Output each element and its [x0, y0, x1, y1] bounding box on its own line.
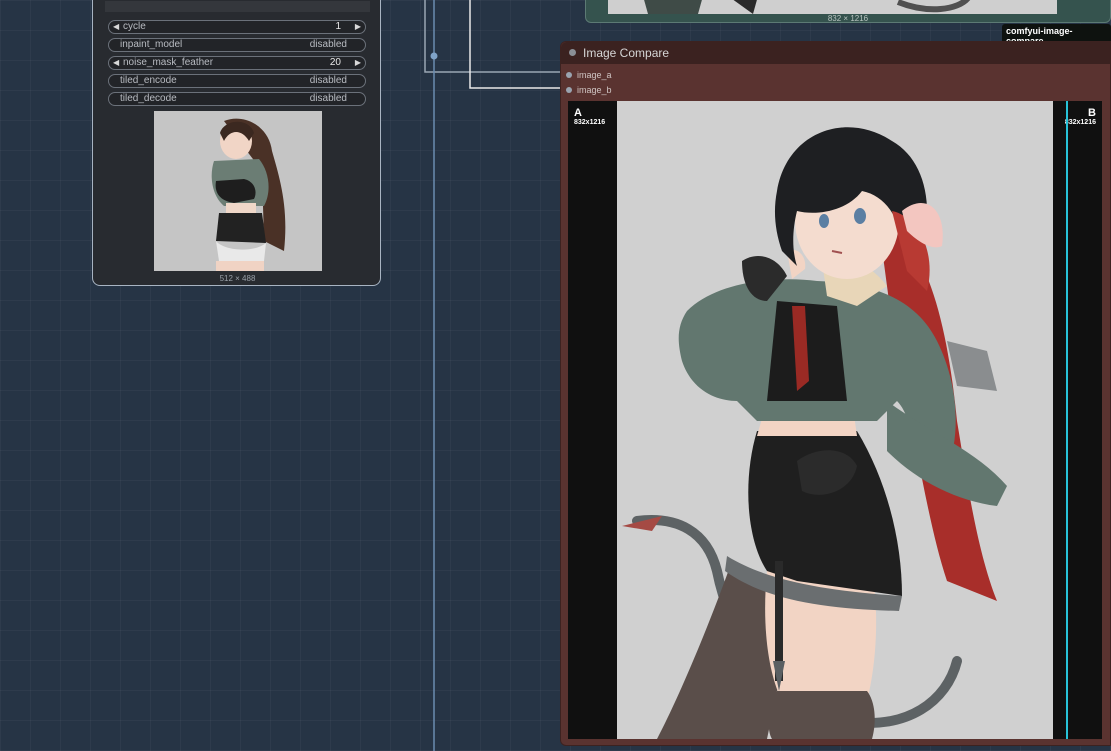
node-header-strip: [105, 1, 370, 12]
size-b: 832x1216: [1064, 119, 1096, 126]
input-dot-icon[interactable]: [566, 87, 572, 93]
widget-value: disabled: [309, 75, 347, 86]
input-label: image_a: [577, 70, 612, 80]
image-preview-node[interactable]: 832 × 1216: [585, 0, 1111, 23]
noise-mask-feather-widget[interactable]: ◀ noise_mask_feather 20 ▶: [108, 56, 366, 70]
increment-arrow-icon[interactable]: ▶: [355, 57, 361, 69]
inpaint-model-toggle[interactable]: inpaint_model disabled: [108, 38, 366, 52]
widget-value: disabled: [309, 93, 347, 104]
widget-value: disabled: [309, 39, 347, 50]
input-dot-icon[interactable]: [566, 72, 572, 78]
tiled-encode-toggle[interactable]: tiled_encode disabled: [108, 74, 366, 88]
image-b-label: B 832x1216: [1065, 107, 1096, 126]
input-slot-image-b[interactable]: image_b: [566, 85, 612, 95]
tiled-decode-toggle[interactable]: tiled_decode disabled: [108, 92, 366, 106]
input-slot-image-a[interactable]: image_a: [566, 70, 612, 80]
preview-image-strip: [608, 0, 1057, 14]
cycle-widget[interactable]: ◀ cycle 1 ▶: [108, 20, 366, 34]
detailer-node[interactable]: ◀ cycle 1 ▶ inpaint_model disabled ◀ noi…: [92, 0, 381, 286]
size-a: 832x1216: [574, 119, 606, 126]
preview-image: [154, 111, 322, 271]
widget-label: tiled_decode: [120, 93, 177, 104]
preview-size-caption: 512 × 488: [219, 274, 256, 283]
compare-image: [617, 101, 1053, 739]
widget-label: cycle: [123, 21, 146, 32]
widget-label: noise_mask_feather: [123, 57, 214, 68]
compare-divider-handle[interactable]: [1066, 101, 1068, 739]
decrement-arrow-icon[interactable]: ◀: [113, 57, 119, 69]
widget-label: inpaint_model: [120, 39, 183, 50]
collapse-dot-icon[interactable]: [569, 49, 576, 56]
preview-size-caption: 832 × 1216: [827, 14, 869, 23]
widget-value: 1: [335, 21, 341, 32]
label-b: B: [1088, 107, 1096, 119]
image-a-label: A 832x1216: [574, 107, 605, 126]
label-a: A: [574, 107, 582, 119]
widget-value: 20: [329, 57, 341, 68]
node-title: Image Compare: [583, 46, 670, 60]
widget-label: tiled_encode: [120, 75, 177, 86]
image-compare-node[interactable]: Image Compare image_a image_b A 832x1216…: [560, 41, 1111, 746]
input-label: image_b: [577, 85, 612, 95]
compare-canvas[interactable]: A 832x1216 B 832x1216: [568, 101, 1102, 739]
increment-arrow-icon[interactable]: ▶: [355, 21, 361, 33]
decrement-arrow-icon[interactable]: ◀: [113, 21, 119, 33]
node-title-bar[interactable]: Image Compare: [561, 42, 1110, 64]
